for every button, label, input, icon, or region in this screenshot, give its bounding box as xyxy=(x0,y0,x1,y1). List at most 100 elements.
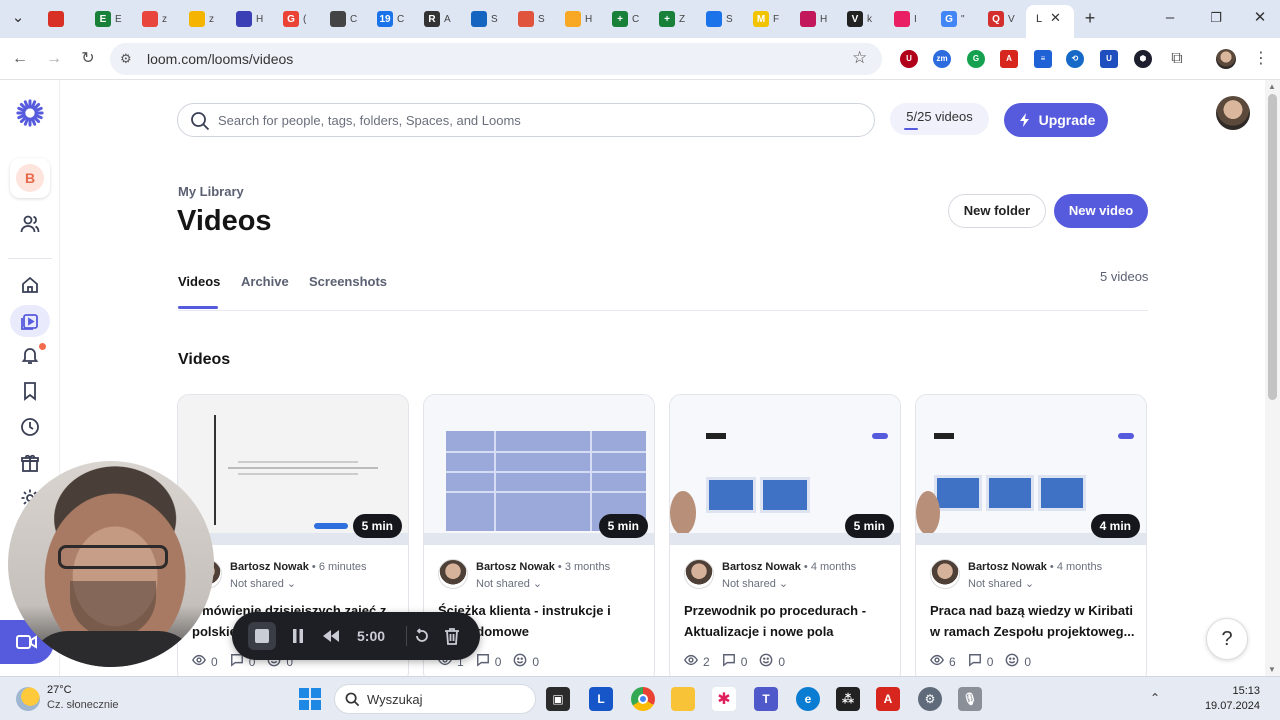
sharing-status-dropdown[interactable]: Not shared ⌄ xyxy=(476,577,542,590)
browser-tab[interactable]: + C xyxy=(604,6,639,32)
settings-taskbar-icon[interactable]: ⚙ xyxy=(918,687,942,711)
browser-tab[interactable]: G " xyxy=(933,6,965,32)
file-explorer-icon[interactable] xyxy=(671,687,695,711)
workspace-switcher[interactable]: B xyxy=(10,158,50,198)
teams-icon[interactable]: T xyxy=(754,687,778,711)
gift-icon[interactable] xyxy=(16,449,44,477)
tab-search-icon[interactable]: ⌄ xyxy=(6,8,30,28)
reload-icon[interactable]: ↻ xyxy=(77,48,99,70)
edge-icon[interactable]: e xyxy=(796,687,820,711)
author-avatar[interactable] xyxy=(438,559,468,589)
video-title[interactable]: Praca nad bazą wiedzy w Kiribati w ramac… xyxy=(930,600,1136,642)
video-card[interactable]: 5 min Bartosz Nowak • 4 months Not shared … xyxy=(669,394,901,684)
grammarly-icon[interactable]: G xyxy=(967,50,985,68)
stop-recording-button[interactable] xyxy=(248,622,276,650)
pause-button[interactable] xyxy=(286,624,310,648)
members-icon[interactable] xyxy=(16,210,44,238)
hex-extension-icon[interactable]: ⬢ xyxy=(1134,50,1152,68)
browser-tab[interactable]: H xyxy=(792,6,827,32)
ublock-icon[interactable]: U xyxy=(900,50,918,68)
acrobat-taskbar-icon[interactable]: A xyxy=(876,687,900,711)
stack-icon[interactable]: ≡ xyxy=(1034,50,1052,68)
browser-tab[interactable]: H xyxy=(557,6,592,32)
minimize-window-icon[interactable]: – xyxy=(1158,8,1182,28)
browser-tab[interactable]: + Z xyxy=(651,6,685,32)
video-thumbnail[interactable]: 5 min xyxy=(670,395,900,545)
clock-date[interactable]: 19.07.2024 xyxy=(1200,700,1260,712)
user-avatar[interactable] xyxy=(1216,96,1250,130)
tab-videos[interactable]: Videos xyxy=(178,274,220,289)
video-thumbnail[interactable]: 4 min xyxy=(916,395,1146,545)
sync-icon[interactable]: ⟲ xyxy=(1066,50,1084,68)
scroll-down-arrow-icon[interactable]: ▼ xyxy=(1268,665,1276,674)
back-arrow-icon[interactable]: ← xyxy=(9,48,31,70)
browser-tab[interactable]: EE xyxy=(87,6,122,32)
browser-tab[interactable]: 19 C xyxy=(369,6,404,32)
weather-description[interactable]: Cz. słonecznie xyxy=(47,699,119,711)
notifications-bell-icon[interactable] xyxy=(16,341,46,369)
rewind-button[interactable] xyxy=(319,624,343,648)
browser-tab[interactable]: S xyxy=(510,6,545,32)
author-name[interactable]: Bartosz Nowak xyxy=(230,561,309,573)
delete-recording-button[interactable] xyxy=(440,624,464,648)
page-scrollbar[interactable]: ▲ ▼ xyxy=(1265,80,1280,676)
microphone-app-icon[interactable]: 🎙 xyxy=(958,687,982,711)
camera-bubble[interactable] xyxy=(8,461,214,667)
video-title[interactable]: Przewodnik po procedurach - Aktualizacje… xyxy=(684,600,890,642)
address-bar[interactable]: ⚙ loom.com/looms/videos ☆ xyxy=(110,43,882,75)
tray-chevron-icon[interactable]: ⌃ xyxy=(1150,691,1160,705)
loom-logo-icon[interactable] xyxy=(16,99,44,127)
site-info-icon[interactable]: ⚙ xyxy=(120,51,132,67)
bookmark-star-icon[interactable]: ☆ xyxy=(852,48,867,68)
upgrade-button[interactable]: Upgrade xyxy=(1004,103,1108,137)
dots-app-icon[interactable]: ⁂ xyxy=(836,687,860,711)
tab-active-loom[interactable]: L ✕ xyxy=(1026,5,1074,38)
maximize-window-icon[interactable]: ❐ xyxy=(1204,8,1228,28)
breadcrumb[interactable]: My Library xyxy=(178,184,244,199)
browser-tab[interactable]: H xyxy=(228,6,263,32)
author-name[interactable]: Bartosz Nowak xyxy=(722,561,801,573)
taskbar-search[interactable]: Wyszukaj xyxy=(334,684,536,714)
video-quota-badge[interactable]: 5/25 videos xyxy=(890,103,989,135)
browser-tab[interactable]: C xyxy=(322,6,357,32)
browser-tab[interactable]: S xyxy=(698,6,733,32)
browser-profile-avatar[interactable] xyxy=(1216,49,1236,69)
clock-time[interactable]: 15:13 xyxy=(1220,685,1260,697)
weather-temperature[interactable]: 27°C xyxy=(47,684,72,696)
author-avatar[interactable] xyxy=(684,559,714,589)
browser-menu-icon[interactable]: ⋮ xyxy=(1250,48,1272,70)
browser-tab[interactable]: S xyxy=(463,6,498,32)
browser-tab[interactable]: I xyxy=(886,6,917,32)
slack-icon[interactable]: ✱ xyxy=(712,687,736,711)
author-avatar[interactable] xyxy=(930,559,960,589)
video-thumbnail[interactable]: 5 min xyxy=(178,395,408,545)
close-window-icon[interactable]: ✕ xyxy=(1248,8,1272,28)
scroll-up-arrow-icon[interactable]: ▲ xyxy=(1268,82,1276,91)
zoom-icon[interactable]: zm xyxy=(933,50,951,68)
browser-tab[interactable]: Vk xyxy=(839,6,872,32)
browser-tab[interactable]: QV xyxy=(980,6,1015,32)
browser-tab[interactable]: z xyxy=(134,6,167,32)
weather-sun-icon[interactable] xyxy=(16,687,40,711)
scrollbar-thumb[interactable] xyxy=(1268,94,1277,400)
bookmarks-icon[interactable] xyxy=(16,377,44,405)
sharing-status-dropdown[interactable]: Not shared ⌄ xyxy=(230,577,296,590)
chrome-taskbar-icon[interactable] xyxy=(631,687,655,711)
author-name[interactable]: Bartosz Nowak xyxy=(968,561,1047,573)
new-folder-button[interactable]: New folder xyxy=(948,194,1046,228)
history-clock-icon[interactable] xyxy=(16,413,44,441)
search-input[interactable] xyxy=(218,105,858,135)
my-library-icon[interactable] xyxy=(10,305,50,337)
video-card[interactable]: 4 min Bartosz Nowak • 4 months Not shared … xyxy=(915,394,1147,684)
new-video-button[interactable]: New video xyxy=(1054,194,1148,228)
home-icon[interactable] xyxy=(16,271,44,299)
forward-arrow-icon[interactable]: → xyxy=(43,48,65,70)
task-view-icon[interactable]: ▣ xyxy=(546,687,570,711)
browser-tab[interactable]: RA xyxy=(416,6,451,32)
browser-tab[interactable]: G( xyxy=(275,6,306,32)
l-app-icon[interactable]: L xyxy=(589,687,613,711)
restart-button[interactable] xyxy=(410,624,434,648)
shield-u-icon[interactable]: U xyxy=(1100,50,1118,68)
browser-tab[interactable]: MF xyxy=(745,6,779,32)
acrobat-icon[interactable]: A xyxy=(1000,50,1018,68)
